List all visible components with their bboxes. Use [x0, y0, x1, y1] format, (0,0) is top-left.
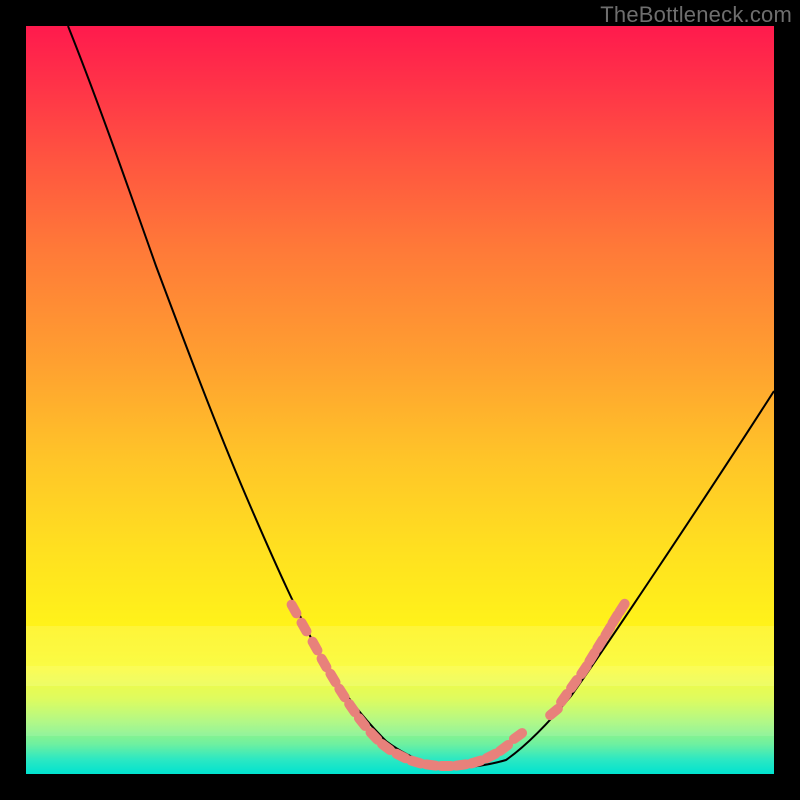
- chart-svg: [26, 26, 774, 774]
- watermark-text: TheBottleneck.com: [600, 2, 792, 28]
- highlighted-points: [285, 597, 632, 771]
- bottleneck-curve: [68, 26, 774, 768]
- chart-plot-area: [26, 26, 774, 774]
